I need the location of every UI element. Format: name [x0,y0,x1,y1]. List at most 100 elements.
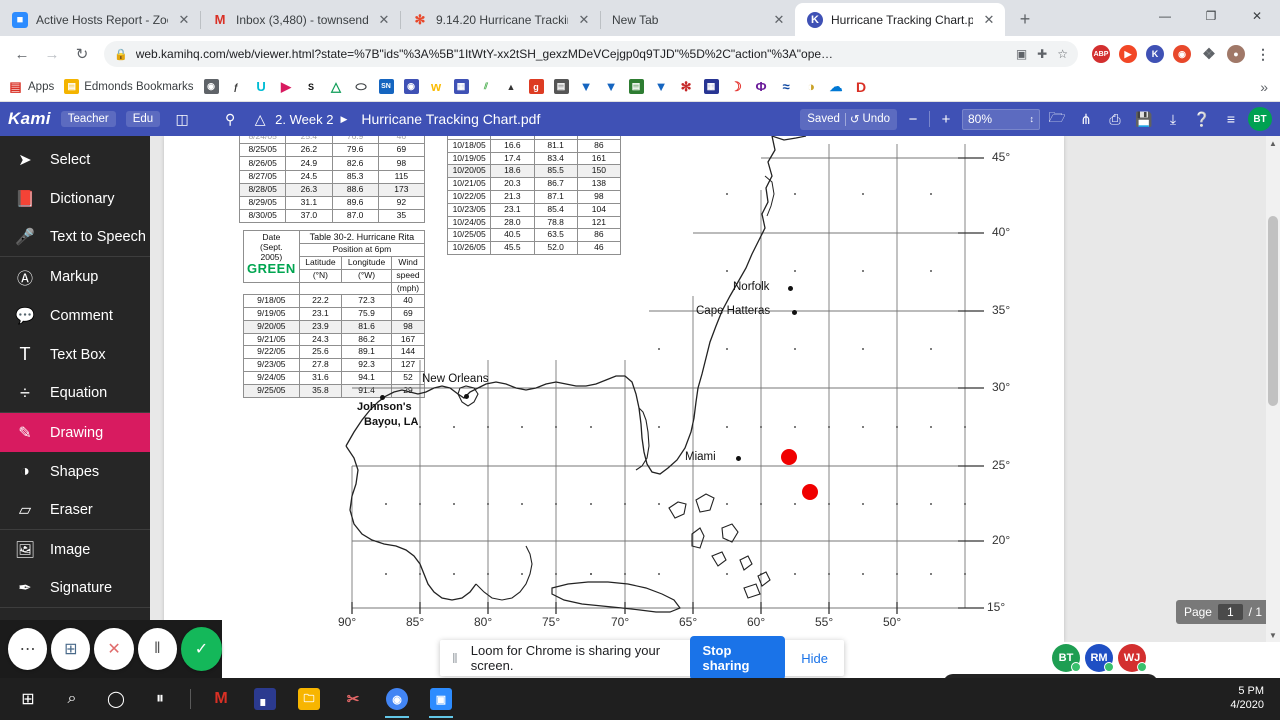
google-drive-icon[interactable]: △ [329,79,344,94]
zoom-taskbar-icon[interactable]: ▣ [419,678,463,720]
task-view-icon[interactable]: ⏸ [138,678,182,720]
usgs-icon[interactable]: ▤ [628,79,644,94]
droplet-icon[interactable]: ▲ [504,79,519,94]
noaa3-icon[interactable]: ▼ [654,79,669,94]
tool-text-to-speech[interactable]: 🎤 Text to Speech [0,218,150,257]
gmail-taskbar-icon[interactable]: M [199,678,243,720]
scroll-down-icon[interactable]: ▼ [1266,628,1280,642]
page-current-input[interactable]: 1 [1217,604,1243,620]
chrome-menu-icon[interactable]: ⋮ [1254,45,1272,63]
new-tab-button[interactable]: + [1011,5,1039,33]
chart-icon[interactable]: ▦ [703,79,719,94]
window-icon[interactable]: ▦ [453,79,469,94]
forward-icon[interactable]: → [38,40,66,68]
cancel-recording-button[interactable]: ✕ [94,628,134,670]
hurricane-icon[interactable]: ✻ [679,79,694,94]
maximize-icon[interactable]: ❐ [1188,0,1234,32]
zoom-out-button[interactable]: − [902,108,924,130]
stripes-icon[interactable]: ⫽ [479,79,494,94]
tool-markup[interactable]: Ⓐ Markup [0,257,150,296]
tool-shapes[interactable]: ◑ Shapes [0,452,150,491]
zoom-level-select[interactable]: 80% ↕ [962,108,1040,130]
close-icon[interactable]: ✕ [176,12,192,28]
tool-signature[interactable]: ✒ Signature [0,569,150,608]
document-viewer[interactable]: 8/24/05 25.4 76.9 46 8/25/05 26.2 79.6 6… [150,136,1280,642]
minimize-icon[interactable]: — [1142,0,1188,32]
circle-icon[interactable]: ⬭ [354,79,369,94]
browser-tab[interactable]: M Inbox (3,480) - townsendb@ ✕ [200,3,400,36]
kami-extension-icon[interactable]: K [1146,45,1164,63]
globe-icon[interactable]: ◉ [203,79,219,94]
open-file-icon[interactable]: 🗁 [1045,107,1069,131]
charts-taskbar-icon[interactable]: ▖ [243,678,287,720]
reload-icon[interactable]: ↻ [68,40,96,68]
screencastify-icon[interactable]: ◉ [1173,45,1191,63]
document-icon[interactable]: ▤ [553,79,569,94]
noaa-icon[interactable]: ▼ [579,79,594,94]
adblock-plus-icon[interactable]: ABP [1092,45,1110,63]
share-icon[interactable]: ⋔ [1074,107,1098,131]
tool-drawing[interactable]: ✎ Drawing [0,413,150,452]
taskbar-clock[interactable]: 5 PM 4/2020 [1230,685,1274,713]
start-button[interactable]: ⊞ [6,678,50,720]
tool-comment[interactable]: 💬 Comment [0,296,150,335]
search-icon[interactable]: ⚲ [218,107,242,131]
more-options-button[interactable]: ⋯ [8,628,48,670]
search-icon[interactable]: ⌕ [50,678,94,720]
participant-avatar[interactable]: BT [1052,644,1081,672]
bookmark-star-icon[interactable]: ☆ [1057,47,1068,61]
help-icon[interactable]: ❔ [1190,107,1214,131]
noaa2-icon[interactable]: ▼ [604,79,619,94]
back-icon[interactable]: ← [8,40,36,68]
video-icon[interactable]: ▣ [1016,47,1027,61]
close-icon[interactable]: ✕ [771,12,787,28]
snipping-tool-icon[interactable]: ✂ [331,678,375,720]
nearpod-icon[interactable]: ◑ [804,79,819,94]
sd-icon[interactable]: S [304,79,319,94]
browser-tab[interactable]: ✻ 9.14.20 Hurricane Tracking ✕ [400,3,600,36]
finish-recording-button[interactable]: ✓ [180,627,222,671]
avatar[interactable]: BT [1248,107,1272,131]
pear-deck-icon[interactable]: ▶ [279,79,294,94]
d-icon[interactable]: D [854,79,869,95]
loom-icon[interactable]: ▶ [1119,45,1137,63]
person-icon[interactable]: ƒ [229,79,244,94]
undo-button[interactable]: ↺ Undo [846,112,897,126]
bookmark-apps[interactable]: ▤ Apps [8,79,54,94]
profile-avatar-icon[interactable]: ● [1227,45,1245,63]
participant-avatar[interactable]: RM [1085,644,1114,672]
split-view-icon[interactable]: ◫ [170,107,194,131]
scrollbar-thumb[interactable] [1268,216,1278,406]
bookmarks-overflow-button[interactable]: » [1260,79,1272,95]
tool-dictionary[interactable]: 📕 Dictionary [0,179,150,218]
browser-tab[interactable]: New Tab ✕ [600,3,795,36]
scroll-up-icon[interactable]: ▲ [1266,136,1280,150]
w-icon[interactable]: w [429,79,444,94]
puzzle-extensions-icon[interactable]: ❖ [1200,45,1218,63]
tool-equation[interactable]: ÷ Equation [0,374,150,413]
hide-banner-button[interactable]: Hide [797,651,832,666]
add-recording-button[interactable]: ⊞ [51,628,91,670]
tool-text-box[interactable]: T Text Box [0,335,150,374]
menu-icon[interactable]: ≡ [1219,107,1243,131]
close-icon[interactable]: ✕ [981,12,997,28]
g-icon[interactable]: g [528,79,544,94]
vertical-scrollbar[interactable]: ▲ ▼ [1266,136,1280,642]
close-window-icon[interactable]: ✕ [1234,0,1280,32]
zoom-in-button[interactable]: + [935,108,957,130]
file-explorer-icon[interactable]: 🗀 [287,678,331,720]
moon-icon[interactable]: ☽ [729,79,744,94]
stop-sharing-button[interactable]: Stop sharing [689,636,786,680]
onedrive-icon[interactable]: ☁ [829,79,844,94]
close-icon[interactable]: ✕ [376,12,392,28]
tool-select[interactable]: ➤ Select [0,140,150,179]
browser-tab[interactable]: ■ Active Hosts Report - Zoom ✕ [0,3,200,36]
download-icon[interactable]: ⤓ [1161,107,1185,131]
tool-image[interactable]: 🖼 Image [0,530,150,569]
tool-eraser[interactable]: ▱ Eraser [0,491,150,530]
pause-recording-button[interactable]: ‖ [137,628,177,670]
browser-tab-active[interactable]: K Hurricane Tracking Chart.pdf ✕ [795,3,1005,36]
print-icon[interactable]: ⎙ [1103,107,1127,131]
flipgrid-icon[interactable]: Ф [754,79,769,94]
chrome-taskbar-icon[interactable]: ◉ [375,678,419,720]
